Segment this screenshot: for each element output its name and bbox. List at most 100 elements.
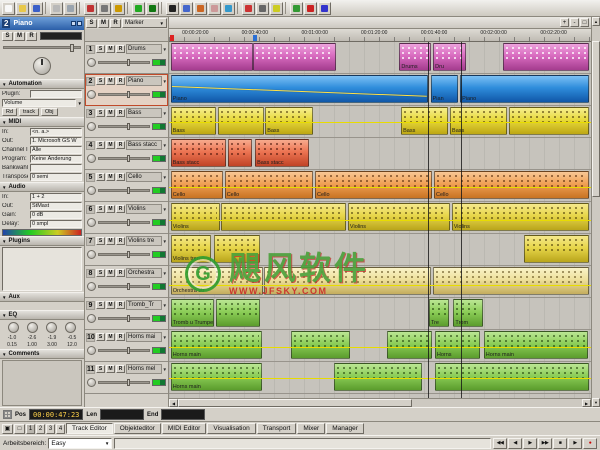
track-lane-1[interactable]: DrumsDru — [169, 42, 591, 74]
plugins-list[interactable] — [2, 247, 82, 291]
track-1-s-button[interactable]: S — [96, 45, 105, 53]
track-pan-knob[interactable] — [87, 186, 96, 195]
scroll-right-icon[interactable]: ▶ — [582, 399, 591, 407]
track-lane-4[interactable]: Bass stacc Bass stacc — [169, 138, 591, 170]
audio-clip[interactable]: Tromb u Trumpet — [171, 299, 214, 327]
track-6-s-button[interactable]: S — [96, 205, 105, 213]
track-dropdown-icon[interactable]: ▼ — [163, 271, 167, 276]
record-icon[interactable] — [304, 2, 317, 15]
panel-minimize-icon[interactable] — [71, 21, 76, 26]
global-m-button[interactable]: M — [98, 19, 109, 28]
track-volume-slider[interactable] — [98, 349, 150, 352]
track-volume-slider[interactable] — [98, 381, 150, 384]
audio-clip[interactable]: Violins tren — [171, 235, 212, 263]
audio-clip[interactable]: Cello — [434, 171, 589, 199]
marker-icon[interactable] — [270, 2, 283, 15]
track-dropdown-icon[interactable]: ▼ — [163, 367, 167, 372]
zoom-out-icon[interactable]: - — [570, 18, 579, 27]
zoom-range-icon[interactable]: □ — [580, 18, 589, 27]
page-button-3[interactable]: 3 — [46, 424, 55, 434]
track-dropdown-icon[interactable]: ▼ — [163, 111, 167, 116]
track-7-r-button[interactable]: R — [116, 237, 125, 245]
track-volume-slider[interactable] — [98, 93, 150, 96]
track-control-3[interactable]: 3SMRBass▼ — [85, 106, 168, 138]
track-name[interactable]: Orchestra — [126, 268, 162, 278]
zoom-tool-icon[interactable] — [222, 2, 235, 15]
audio-clip[interactable]: Horns main — [484, 331, 589, 359]
audio-gain--select[interactable]: 0 dB — [30, 211, 82, 219]
track-control-11[interactable]: 11SMRHorns mel▼ — [85, 362, 168, 394]
audio-clip[interactable]: Cello — [225, 171, 314, 199]
track-2-s-button[interactable]: S — [96, 77, 105, 85]
track-control-7[interactable]: 7SMRViolins tre▼ — [85, 234, 168, 266]
track-2-m-button[interactable]: M — [106, 77, 115, 85]
audio-delay--select[interactable]: 0 smpl — [30, 220, 82, 228]
track-3-r-button[interactable]: R — [116, 109, 125, 117]
audio-clip[interactable] — [218, 107, 264, 135]
paste-icon[interactable] — [112, 2, 125, 15]
audio-clip[interactable] — [387, 331, 433, 359]
track-8-s-button[interactable]: S — [96, 269, 105, 277]
audio-clip[interactable]: Cello — [171, 171, 223, 199]
tab-manager[interactable]: Manager — [326, 423, 364, 434]
track-9-s-button[interactable]: S — [96, 301, 105, 309]
track-pan-knob[interactable] — [87, 314, 96, 323]
panel-close-icon[interactable] — [77, 21, 82, 26]
inspector-s-button[interactable]: S — [2, 32, 13, 41]
scroll-left-icon[interactable]: ◀ — [169, 399, 178, 407]
midi-out--select[interactable]: 1. Microsoft GS W — [30, 137, 82, 145]
tab-mixer[interactable]: Mixer — [297, 423, 325, 434]
track-4-s-button[interactable]: S — [96, 141, 105, 149]
automation-rd-button[interactable]: Rd — [2, 108, 17, 116]
eq-knob-2[interactable] — [27, 322, 38, 333]
undo-icon[interactable] — [132, 2, 145, 15]
audio-clip[interactable]: Horns main — [171, 331, 262, 359]
section-header-automation[interactable]: ▼Automation — [0, 79, 84, 89]
audio-clip[interactable]: Pian — [431, 75, 459, 103]
track-7-m-button[interactable]: M — [106, 237, 115, 245]
track-volume-slider[interactable] — [98, 221, 150, 224]
track-9-m-button[interactable]: M — [106, 301, 115, 309]
audio-clip[interactable]: Piano — [460, 75, 589, 103]
automation-plugin-select[interactable] — [30, 90, 82, 98]
audio-clip[interactable]: Bass stacc — [255, 139, 309, 167]
audio-clip[interactable]: Trom — [453, 299, 483, 327]
audio-clip[interactable]: Bass stacc — [171, 139, 226, 167]
track-8-r-button[interactable]: R — [116, 269, 125, 277]
track-lane-8[interactable]: Orchestra str — [169, 266, 591, 298]
audio-clip[interactable] — [221, 203, 346, 231]
track-dropdown-icon[interactable]: ▼ — [163, 303, 167, 308]
audio-clip[interactable] — [171, 43, 253, 71]
workspace-select[interactable]: Easy▼ — [48, 438, 112, 449]
audio-clip[interactable] — [503, 43, 589, 71]
section-header-comments[interactable]: ▼Comments — [0, 349, 84, 359]
audio-clip[interactable]: Violins — [171, 203, 220, 231]
horizontal-scrollbar[interactable]: ◀ ▶ — [169, 398, 591, 407]
section-header-plugins[interactable]: ▼Plugins — [0, 236, 84, 246]
track-control-2[interactable]: 2SMRPiano▼ — [85, 74, 168, 106]
track-name[interactable]: Violins — [126, 204, 162, 214]
grid-icon[interactable] — [256, 2, 269, 15]
audio-clip[interactable]: Orchestra str — [171, 267, 263, 295]
track-2-r-button[interactable]: R — [116, 77, 125, 85]
track-1-r-button[interactable]: R — [116, 45, 125, 53]
track-7-s-button[interactable]: S — [96, 237, 105, 245]
track-lane-6[interactable]: ViolinsViolinsViolins — [169, 202, 591, 234]
track-pan-knob[interactable] — [87, 346, 96, 355]
scroll-up-icon[interactable]: ▲ — [592, 17, 600, 26]
audio-clip[interactable] — [509, 107, 589, 135]
track-11-m-button[interactable]: M — [106, 365, 115, 373]
track-name[interactable]: Drums — [126, 44, 162, 54]
vertical-scrollbar[interactable]: ▲ ▼ — [591, 17, 600, 407]
page-button-2[interactable]: 2 — [36, 424, 45, 434]
track-control-9[interactable]: 9SMRTromb_Tr▼ — [85, 298, 168, 330]
track-control-6[interactable]: 6SMRViolins▼ — [85, 202, 168, 234]
track-9-r-button[interactable]: R — [116, 301, 125, 309]
section-header-audio[interactable]: ▼Audio — [0, 182, 84, 192]
pencil-tool-icon[interactable] — [194, 2, 207, 15]
rewind-button[interactable]: ◀◀ — [493, 438, 507, 449]
track-dropdown-icon[interactable]: ▼ — [163, 207, 167, 212]
stop-button[interactable]: ■ — [553, 438, 567, 449]
global-s-button[interactable]: S — [86, 19, 97, 28]
pointer-tool-icon[interactable] — [166, 2, 179, 15]
